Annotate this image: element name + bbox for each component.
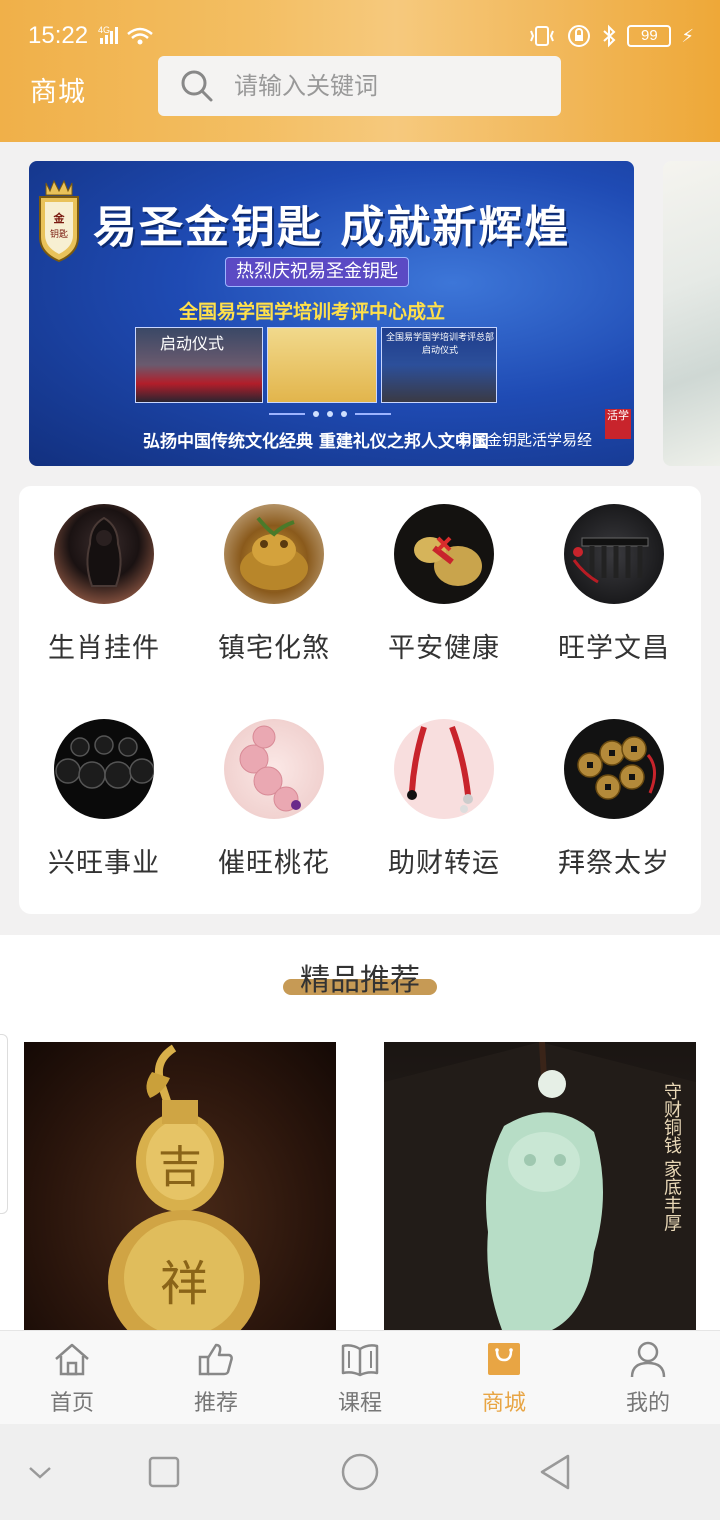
golden-key-crest-icon: 金 钥匙 [39, 179, 79, 263]
tab-home[interactable]: 首页 [0, 1331, 144, 1425]
recommend-header: 精品推荐 [283, 955, 437, 1001]
banner-photo-award: 全国易学国学培训考评总部 启动仪式 [381, 327, 497, 403]
tab-label: 推荐 [193, 1391, 238, 1416]
search-box[interactable] [158, 56, 561, 116]
page-title: 商城 [30, 77, 86, 108]
home-icon [55, 1343, 89, 1376]
category-item[interactable]: 兴旺事业 [19, 719, 189, 880]
search-icon [181, 70, 213, 102]
tab-label: 我的 [625, 1391, 670, 1416]
bluetooth-icon [603, 24, 616, 48]
photo-caption: 全国易学国学培训考评总部 启动仪式 [385, 333, 494, 356]
banner-subheadline: 全国易学国学培训考评中心成立 [179, 301, 446, 323]
coins-icon [564, 719, 664, 819]
product-overlay-text: 守财铜钱 家底丰厚 [661, 1082, 682, 1232]
banner-photo-ceremony: 启动仪式 [135, 327, 263, 403]
header: 15:22 4G 99 ⚡ 商城 请输入关键词 [0, 0, 720, 142]
status-icons: 99 ⚡ [527, 22, 694, 50]
recent-apps-icon[interactable] [144, 1452, 184, 1492]
product-card-gold-gourd[interactable]: 吉 祥 [24, 1042, 336, 1330]
floating-edge-tab[interactable] [0, 1034, 8, 1214]
category-item[interactable]: 拜祭太岁 [529, 719, 699, 880]
category-label: 生肖挂件 [48, 633, 160, 664]
status-time: 15:22 [28, 22, 89, 49]
black-beads-icon [54, 719, 154, 819]
gold-gourd-image: 吉 祥 [108, 1044, 260, 1330]
gourd-icon [394, 504, 494, 604]
section-title: 精品推荐 [300, 963, 420, 998]
category-label: 拜祭太岁 [558, 848, 670, 879]
tab-label: 首页 [49, 1391, 94, 1416]
system-nav-bar [0, 1424, 720, 1520]
tab-recommend[interactable]: 推荐 [144, 1331, 288, 1425]
category-label: 助财转运 [388, 848, 500, 879]
tab-profile[interactable]: 我的 [576, 1331, 720, 1425]
category-label: 平安健康 [388, 633, 500, 664]
category-item[interactable]: 催旺桃花 [189, 719, 359, 880]
svg-text:钥匙: 钥匙 [50, 228, 68, 240]
product-card-jade-pendant[interactable]: 守财铜钱 家底丰厚 [384, 1042, 696, 1330]
vibrate-icon [530, 26, 555, 46]
person-icon [630, 1341, 666, 1378]
svg-text:祥: 祥 [160, 1256, 208, 1312]
banner-watermark: 易圣金钥匙活学易经 [457, 431, 593, 449]
red-string-icon [394, 719, 494, 819]
category-label: 催旺桃花 [218, 848, 330, 879]
golden-toad-icon [224, 504, 324, 604]
battery-icon: 99 [627, 25, 672, 47]
jade-pendant-image [384, 1042, 696, 1330]
category-label: 旺学文昌 [558, 633, 670, 664]
category-item[interactable]: 平安健康 [359, 504, 529, 665]
tab-label: 课程 [337, 1391, 382, 1416]
banner-next-slide[interactable] [663, 161, 720, 466]
tab-courses[interactable]: 课程 [288, 1331, 432, 1425]
banner-carousel[interactable]: 金 钥匙 易圣金钥匙 成就新辉煌 热烈庆祝易圣金钥匙 全国易学国学培训考评中心成… [29, 161, 634, 466]
home-circle-icon[interactable] [340, 1452, 380, 1492]
bottom-nav: 首页 推荐 课程 商城 我的 [0, 1330, 720, 1424]
charging-icon: ⚡ [681, 25, 694, 47]
banner-chip: 热烈庆祝易圣金钥匙 [225, 257, 409, 287]
book-icon [341, 1344, 379, 1377]
banner-slogan: 弘扬中国传统文化经典 重建礼仪之邦人文中国 [143, 432, 489, 452]
category-item[interactable]: 旺学文昌 [529, 504, 699, 665]
photo-caption: 启动仪式 [160, 334, 225, 353]
svg-text:金: 金 [53, 211, 66, 225]
banner-stamp: 活学 [605, 409, 631, 439]
shopping-bag-icon [488, 1343, 520, 1375]
banner-headline: 易圣金钥匙 成就新辉煌 [93, 202, 571, 253]
banner-photo-plaque [267, 327, 377, 403]
category-item[interactable]: 镇宅化煞 [189, 504, 359, 665]
category-item[interactable]: 助财转运 [359, 719, 529, 880]
thumbs-up-icon [198, 1343, 233, 1376]
brush-rack-icon [564, 504, 664, 604]
category-grid: 生肖挂件 镇宅化煞 平安健康 旺学文昌 兴旺事业 催旺桃花 助财转运 拜祭太岁 [19, 486, 701, 914]
svg-text:4G: 4G [98, 25, 110, 35]
svg-text:吉: 吉 [158, 1142, 202, 1193]
chevron-down-icon[interactable] [20, 1452, 60, 1492]
pink-beads-icon [224, 719, 324, 819]
category-item[interactable]: 生肖挂件 [19, 504, 189, 665]
tab-shop[interactable]: 商城 [432, 1331, 576, 1425]
lock-rotation-icon [568, 25, 591, 47]
search-input[interactable] [234, 72, 534, 100]
tab-label: 商城 [481, 1391, 526, 1416]
carousel-indicator [269, 411, 391, 417]
jade-pendant-icon [54, 504, 154, 604]
back-triangle-icon[interactable] [536, 1452, 576, 1492]
category-label: 兴旺事业 [48, 848, 160, 879]
signal-icon: 4G [98, 25, 153, 45]
category-label: 镇宅化煞 [218, 633, 330, 664]
